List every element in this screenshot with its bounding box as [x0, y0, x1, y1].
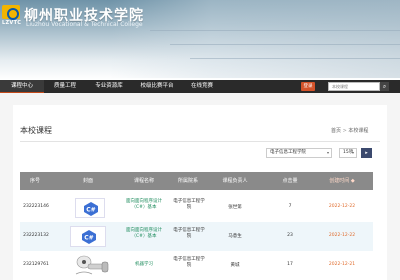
table-row[interactable]: 232223146 C# 面向面向程序设计（C#）基本 电子信息工程学院 张世第… [20, 193, 373, 222]
course-name-link[interactable]: 面向面向程序设计（C#）基本 [120, 228, 168, 240]
course-count: 17 [287, 262, 293, 267]
course-name-link[interactable]: 面向面向程序设计（C#）基本 [120, 199, 168, 211]
main-nav: 课程中心 质量工程 专业资源库 校级比赛平台 在线竞赛 登录 本校课程 ⌕ [0, 80, 400, 93]
svg-text:C#: C# [86, 207, 95, 214]
course-dept: 电子信息工程学院 [173, 257, 205, 268]
course-date: 2022-12-21 [328, 262, 356, 267]
nav-item-competition-platform[interactable]: 校级比赛平台 [132, 80, 182, 93]
table-row[interactable]: 232223132 C# 面向面向程序设计（C#）基本 电子信息工程学院 马意生… [20, 222, 373, 251]
row-id: 232223132 [23, 233, 49, 238]
row-id: 232129761 [23, 262, 49, 267]
col-header-id: 序号 [29, 178, 40, 184]
login-button[interactable]: 登录 [301, 82, 315, 91]
col-header-date[interactable]: 创建时间 ◆ [322, 172, 362, 190]
course-name-link[interactable]: 机器学习 [120, 262, 168, 268]
nav-item-quality[interactable]: 质量工程 [44, 80, 86, 93]
department-select-value: 电子信息工程学院 [270, 150, 306, 155]
course-count: 23 [287, 233, 293, 238]
csharp-logo-icon: C# [82, 230, 96, 244]
course-person: 黄城 [230, 263, 240, 268]
course-date: 2022-12-22 [328, 233, 356, 238]
site-header: LZVTC 柳州职业技术学院 Liuzhou Vocational & Tech… [0, 0, 400, 80]
header-banner-image [110, 0, 400, 78]
col-header-dept: 所属院系 [177, 178, 198, 184]
csharp-logo-icon: C# [84, 202, 98, 216]
page-title: 本校课程 [20, 126, 52, 135]
table-row[interactable]: 232129761 机器学习 电子信息工程学院 黄城 17 2022-12-21 [20, 251, 373, 280]
logo-text: LZVTC [2, 20, 22, 26]
col-header-person: 课程负责人 [222, 178, 248, 184]
robot-hand-icon [75, 255, 109, 275]
school-name-en: Liuzhou Vocational & Technical College [26, 21, 143, 28]
breadcrumb-current: 本校课程 [348, 128, 369, 134]
nav-item-course-center[interactable]: 课程中心 [0, 80, 44, 93]
svg-text:C#: C# [84, 235, 93, 242]
chevron-down-icon: ▾ [351, 150, 354, 155]
nav-item-online-contest[interactable]: 在线竞赛 [182, 80, 222, 93]
course-person: 张世第 [228, 205, 242, 210]
course-cover-image[interactable]: C# [75, 198, 105, 218]
department-select[interactable]: 电子信息工程学院 ▾ [266, 148, 332, 158]
filter-go-button[interactable]: ▸ [361, 148, 372, 158]
title-divider [20, 141, 380, 142]
search-icon[interactable]: ⌕ [380, 82, 389, 91]
nav-item-resources[interactable]: 专业资源库 [86, 80, 132, 93]
col-header-count: 点击量 [282, 178, 298, 184]
course-cover-image[interactable]: C# [70, 226, 106, 247]
course-date: 2022-12-22 [328, 204, 356, 209]
table-header: 序号 封面 课程名称 所属院系 课程负责人 点击量 创建时间 ◆ [20, 172, 373, 190]
course-dept: 电子信息工程学院 [173, 228, 205, 239]
course-person: 马意生 [228, 234, 242, 239]
col-header-name: 课程名称 [133, 178, 154, 184]
search-input[interactable]: 本校课程 [328, 82, 380, 91]
col-header-cover: 封面 [82, 178, 93, 184]
course-count: 7 [288, 204, 292, 209]
college-logo-icon[interactable] [2, 5, 20, 20]
row-id: 232223146 [23, 204, 49, 209]
chevron-down-icon: ▾ [326, 150, 329, 155]
sort-icon: ◆ [350, 178, 355, 184]
breadcrumb: 首页 > 本校课程 [331, 128, 369, 134]
breadcrumb-home[interactable]: 首页 [331, 128, 341, 134]
course-dept: 电子信息工程学院 [173, 199, 205, 210]
course-cover-image[interactable] [72, 252, 112, 280]
per-page-select[interactable]: 15项 ▾ [339, 148, 357, 158]
